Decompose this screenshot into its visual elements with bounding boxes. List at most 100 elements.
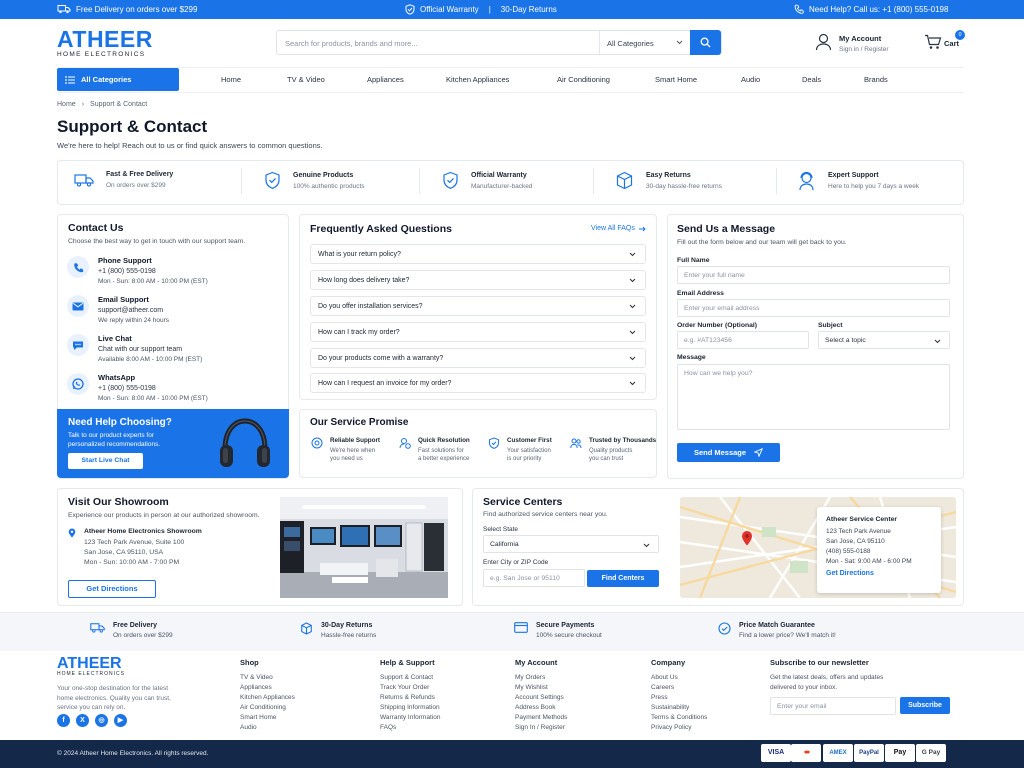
service-center-directions-link[interactable]: Get Directions	[826, 570, 932, 577]
footer-link[interactable]: FAQs	[380, 723, 440, 733]
footer-link[interactable]: About Us	[651, 673, 707, 683]
showroom-directions-button[interactable]: Get Directions	[68, 580, 156, 598]
chevron-down-icon	[643, 543, 650, 548]
cart-button[interactable]: Cart 0	[924, 30, 965, 50]
nav-kitchen-appliances[interactable]: Kitchen Appliances	[446, 75, 509, 84]
newsletter: Subscribe to our newsletter Get the late…	[770, 658, 883, 693]
footer-link[interactable]: Careers	[651, 683, 707, 693]
breadcrumb: Home › Support & Contact	[57, 101, 147, 108]
instagram-icon[interactable]: ◎	[95, 714, 108, 727]
band-item: Secure Payments 100% secure checkout	[514, 622, 602, 639]
chevron-down-icon	[629, 252, 636, 257]
site-logo[interactable]: ATHEER HOME ELECTRONICS	[57, 28, 153, 59]
footer-about-line: Your one-stop destination for the latest	[57, 685, 169, 692]
find-centers-button[interactable]: Find Centers	[587, 570, 659, 587]
apple-pay-icon: Pay	[885, 744, 915, 762]
need-help-choosing-banner: Need Help Choosing? Talk to our product …	[57, 409, 289, 478]
showroom-address-line1: 123 Tech Park Avenue, Suite 100	[84, 539, 185, 546]
footer-link[interactable]: My Orders	[515, 673, 567, 683]
message-textarea[interactable]: How can we help you?	[677, 364, 950, 430]
footer-link[interactable]: Audio	[240, 723, 295, 733]
search-category-select[interactable]: All Categories	[599, 31, 691, 54]
breadcrumb-home[interactable]: Home	[57, 101, 76, 108]
newsletter-email-input[interactable]: Enter your email	[770, 697, 896, 715]
faq-item[interactable]: How can I request an invoice for my orde…	[310, 373, 646, 393]
footer-about: Your one-stop destination for the latest…	[57, 684, 171, 713]
returns-text: 30-Day Returns	[500, 5, 557, 14]
cart-label: Cart	[944, 39, 960, 48]
faq-item[interactable]: Do your products come with a warranty?	[310, 348, 646, 368]
send-icon	[754, 448, 764, 457]
feature-subtitle: On orders over $299	[106, 182, 166, 189]
start-live-chat-button[interactable]: Start Live Chat	[68, 453, 143, 469]
nav-smart-home[interactable]: Smart Home	[655, 75, 697, 84]
cart-icon	[925, 34, 942, 49]
footer-link[interactable]: Track Your Order	[380, 683, 440, 693]
footer-link[interactable]: Smart Home	[240, 713, 295, 723]
footer-link[interactable]: Support & Contact	[380, 673, 440, 683]
order-number-input[interactable]: e.g. #AT123456	[677, 331, 809, 349]
x-twitter-icon[interactable]: X	[76, 714, 89, 727]
city-zip-input[interactable]: e.g. San Jose or 95110	[483, 569, 585, 587]
state-select[interactable]: California	[483, 535, 659, 553]
footer-link[interactable]: Sign In / Register	[515, 723, 567, 733]
facebook-icon[interactable]: f	[57, 714, 70, 727]
my-account-link[interactable]: My Account Sign in / Register	[815, 33, 889, 53]
footer-link[interactable]: Appliances	[240, 683, 295, 693]
footer-link[interactable]: Press	[651, 693, 707, 703]
subject-select[interactable]: Select a topic	[818, 331, 950, 349]
whatsapp-item[interactable]: WhatsApp +1 (800) 555-0198 Mon - Sun: 8:00…	[67, 373, 208, 402]
footer-logo[interactable]: ATHEER HOME ELECTRONICS	[57, 656, 125, 678]
cart-count-badge: 0	[955, 30, 965, 40]
view-all-faqs-link[interactable]: View All FAQs	[591, 225, 646, 232]
page-subtitle: We're here to help! Reach out to us or f…	[57, 141, 323, 150]
faq-title: Frequently Asked Questions	[310, 223, 452, 235]
footer-link[interactable]: Address Book	[515, 703, 567, 713]
promise-sub: you can trust	[589, 456, 624, 462]
divider	[776, 168, 777, 194]
email-input[interactable]: Enter your email address	[677, 299, 950, 317]
search-button[interactable]	[690, 30, 721, 55]
faq-item[interactable]: Do you offer installation services?	[310, 296, 646, 316]
footer-link[interactable]: Air Conditioning	[240, 703, 295, 713]
band-item: 30-Day Returns Hassle-free returns	[300, 622, 376, 639]
service-center-phone: (408) 555-0188	[826, 548, 871, 555]
faq-item[interactable]: How can I track my order?	[310, 322, 646, 342]
faq-item[interactable]: How long does delivery take?	[310, 270, 646, 290]
footer-link[interactable]: Returns & Refunds	[380, 693, 440, 703]
main-nav-bar	[57, 67, 964, 93]
nav-audio[interactable]: Audio	[741, 75, 760, 84]
youtube-icon[interactable]: ▶	[114, 714, 127, 727]
support-email-link[interactable]: support@atheer.com	[98, 307, 169, 314]
footer-link[interactable]: Terms & Conditions	[651, 713, 707, 723]
subscribe-button[interactable]: Subscribe	[900, 697, 950, 714]
nav-air-conditioning[interactable]: Air Conditioning	[557, 75, 610, 84]
nav-deals[interactable]: Deals	[802, 75, 821, 84]
phone-support-item[interactable]: Phone Support +1 (800) 555-0198 Mon - Sun:…	[67, 256, 208, 285]
footer-link[interactable]: Sustainability	[651, 703, 707, 713]
live-chat-item[interactable]: Live Chat Chat with our support team Avail…	[67, 334, 202, 363]
nav-brands[interactable]: Brands	[864, 75, 888, 84]
full-name-input[interactable]: Enter your full name	[677, 266, 950, 284]
all-categories-button[interactable]: All Categories	[57, 68, 179, 91]
footer-link[interactable]: Privacy Policy	[651, 723, 707, 733]
faq-item[interactable]: What is your return policy?	[310, 244, 646, 264]
city-label: Enter City or ZIP Code	[483, 559, 549, 566]
help-phone-notice[interactable]: Need Help? Call us: +1 (800) 555-0198	[794, 4, 948, 14]
nav-home[interactable]: Home	[221, 75, 241, 84]
shield-icon	[405, 4, 415, 15]
footer-link[interactable]: Kitchen Appliances	[240, 693, 295, 703]
nav-appliances[interactable]: Appliances	[367, 75, 404, 84]
search-input[interactable]: Search for products, brands and more...	[285, 39, 418, 48]
footer-link[interactable]: Warranty Information	[380, 713, 440, 723]
footer-link[interactable]: TV & Video	[240, 673, 295, 683]
footer-link[interactable]: Payment Methods	[515, 713, 567, 723]
footer-link[interactable]: Account Settings	[515, 693, 567, 703]
footer-link[interactable]: My Wishlist	[515, 683, 567, 693]
contact-item-line: +1 (800) 555-0198	[98, 385, 156, 392]
nav-tv-video[interactable]: TV & Video	[287, 75, 325, 84]
contact-subtitle: Choose the best way to get in touch with…	[68, 238, 246, 245]
footer-link[interactable]: Shipping Information	[380, 703, 440, 713]
send-message-button[interactable]: Send Message	[677, 443, 780, 462]
email-support-item[interactable]: Email Support support@atheer.com We reply …	[67, 295, 169, 324]
